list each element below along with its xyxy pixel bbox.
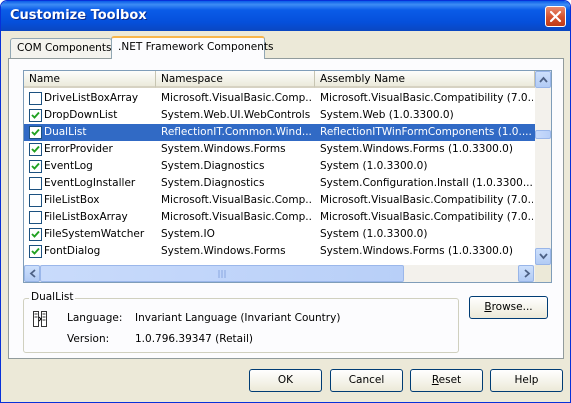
cell-name: FileListBoxArray [44, 211, 128, 223]
close-button[interactable] [545, 6, 566, 27]
cell-namespace: System.Diagnostics [161, 160, 265, 172]
cell-assembly-name: System (1.0.3300.0) [320, 228, 428, 240]
list-item[interactable]: EventLog System.Diagnostics System (1.0.33… [24, 158, 535, 175]
cell-name: EventLogInstaller [44, 177, 136, 189]
cell-assembly-name: Microsoft.VisualBasic.Compatibility (7.0… [320, 194, 533, 206]
close-icon [549, 10, 562, 23]
list-item[interactable]: FileSystemWatcher System.IO System (1.0.33… [24, 226, 535, 243]
checkmark-icon [31, 111, 40, 119]
arrow-up-icon [539, 76, 548, 83]
cell-assembly-name: Microsoft.VisualBasic.Compatibility (7.0… [320, 92, 533, 104]
cell-name: ErrorProvider [44, 143, 113, 155]
cancel-button[interactable]: Cancel [330, 369, 403, 392]
list-item[interactable]: FileListBox Microsoft.VisualBasic.Comp...… [24, 192, 535, 209]
cell-namespace: System.Windows.Forms [161, 245, 286, 257]
list-item[interactable]: DualList ReflectionIT.Common.Wind... Refle… [24, 124, 535, 141]
column-header-assembly-name[interactable]: Assembly Name [315, 71, 535, 88]
cell-assembly-name: System.Web (1.0.3300.0) [320, 109, 454, 121]
list-item[interactable]: FontDialog System.Windows.Forms System.Win… [24, 243, 535, 260]
column-header-name[interactable]: Name [24, 71, 156, 88]
cell-name: DualList [44, 126, 87, 138]
scrollbar-corner [535, 265, 551, 282]
component-checkbox[interactable] [29, 228, 42, 241]
arrow-down-icon [539, 253, 548, 260]
checkmark-icon [31, 247, 40, 255]
list-item[interactable]: FileListBoxArray Microsoft.VisualBasic.Co… [24, 209, 535, 226]
scroll-up-button[interactable] [535, 71, 551, 88]
cell-namespace: Microsoft.VisualBasic.Comp... [161, 92, 313, 104]
component-checkbox[interactable] [29, 109, 42, 122]
scroll-down-button[interactable] [535, 248, 551, 265]
reset-mnemonic: R [431, 374, 439, 386]
cell-name: FileListBox [44, 194, 100, 206]
list-item[interactable]: DriveListBoxArray Microsoft.VisualBasic.C… [24, 90, 535, 107]
help-button[interactable]: Help [490, 369, 563, 392]
component-checkbox[interactable] [29, 194, 42, 207]
arrow-left-icon [29, 269, 36, 278]
cell-assembly-name: System.Windows.Forms (1.0.3300.0) [320, 143, 513, 155]
horizontal-scrollbar[interactable] [24, 265, 535, 282]
browse-button[interactable]: Browse... [469, 296, 548, 319]
scroll-left-button[interactable] [24, 265, 40, 282]
scroll-right-button[interactable] [518, 265, 534, 282]
reset-button[interactable]: Reset [410, 369, 483, 392]
details-group-title: DualList [29, 291, 76, 303]
cell-assembly-name: System.Configuration.Install (1.0.3300..… [320, 177, 533, 189]
component-checkbox[interactable] [29, 143, 42, 156]
language-value: Invariant Language (Invariant Country) [135, 312, 341, 324]
list-item[interactable]: ErrorProvider System.Windows.Forms System.… [24, 141, 535, 158]
version-label: Version: [67, 333, 110, 345]
checkmark-icon [31, 128, 40, 136]
grip-icon [218, 270, 226, 278]
cell-name: FontDialog [44, 245, 101, 257]
component-icon [33, 311, 47, 327]
cell-name: FileSystemWatcher [44, 228, 145, 240]
cell-namespace: System.Windows.Forms [161, 143, 286, 155]
component-checkbox[interactable] [29, 160, 42, 173]
vertical-scrollbar[interactable] [535, 71, 551, 265]
cell-namespace: Microsoft.VisualBasic.Comp... [161, 211, 313, 223]
language-label: Language: [67, 312, 123, 324]
cell-assembly-name: System.Windows.Forms (1.0.3300.0) [320, 245, 513, 257]
cell-name: DropDownList [44, 109, 118, 121]
customize-toolbox-dialog: Customize Toolbox COM Components .NET Fr… [0, 0, 571, 403]
component-checkbox[interactable] [29, 92, 42, 105]
component-checkbox[interactable] [29, 211, 42, 224]
cell-assembly-name: ReflectionITWinFormComponents (1.0.... [320, 126, 532, 138]
column-header-namespace[interactable]: Namespace [156, 71, 315, 88]
arrow-right-icon [524, 269, 531, 278]
component-checkbox[interactable] [29, 126, 42, 139]
list-rows: DriveListBoxArray Microsoft.VisualBasic.C… [24, 90, 535, 265]
list-item[interactable]: EventLogInstaller System.Diagnostics Syste… [24, 175, 535, 192]
version-value: 1.0.796.39347 (Retail) [135, 333, 254, 345]
tab-com-components[interactable]: COM Components [10, 38, 112, 59]
component-list[interactable]: Name Namespace Assembly Name DriveListBo… [23, 70, 552, 283]
cell-name: DriveListBoxArray [44, 92, 139, 104]
checkmark-icon [31, 162, 40, 170]
checkmark-icon [31, 145, 40, 153]
tab-label: COM Components [17, 42, 112, 54]
checkmark-icon [31, 230, 40, 238]
component-checkbox[interactable] [29, 177, 42, 190]
cell-namespace: ReflectionIT.Common.Wind... [161, 126, 312, 138]
vertical-scroll-thumb[interactable] [535, 130, 551, 139]
ok-button[interactable]: OK [249, 369, 322, 392]
browse-mnemonic: B [484, 301, 492, 313]
tab-net-framework-components[interactable]: .NET Framework Components [111, 36, 273, 59]
list-item[interactable]: DropDownList System.Web.UI.WebControls Sys… [24, 107, 535, 124]
component-checkbox[interactable] [29, 245, 42, 258]
horizontal-scroll-thumb[interactable] [40, 265, 404, 282]
cell-assembly-name: System (1.0.3300.0) [320, 160, 428, 172]
cell-namespace: System.Web.UI.WebControls [161, 109, 311, 121]
cell-name: EventLog [44, 160, 93, 172]
cell-namespace: Microsoft.VisualBasic.Comp... [161, 194, 313, 206]
title-bar[interactable]: Customize Toolbox [1, 1, 570, 31]
cell-assembly-name: Microsoft.VisualBasic.Compatibility (7.0… [320, 211, 533, 223]
cell-namespace: System.Diagnostics [161, 177, 265, 189]
tab-label: .NET Framework Components [118, 41, 274, 53]
window-title: Customize Toolbox [10, 8, 147, 23]
cell-namespace: System.IO [161, 228, 215, 240]
